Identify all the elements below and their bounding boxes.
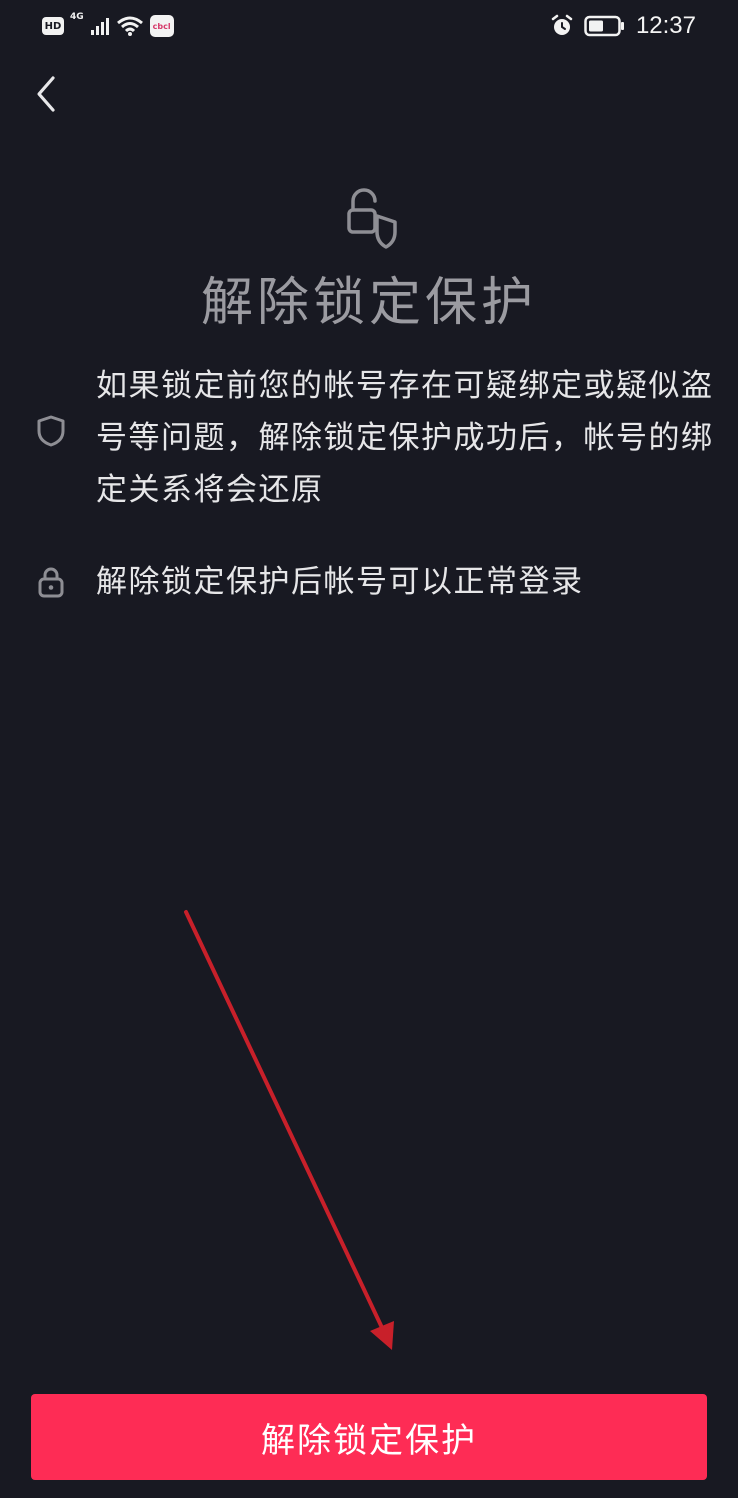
signal-icon xyxy=(90,18,109,35)
chevron-left-icon xyxy=(37,76,55,112)
status-left: HD 4G cbcl xyxy=(42,12,174,40)
status-bar: HD 4G cbcl 12:37 xyxy=(0,0,738,54)
info-text: 解除锁定保护后帐号可以正常登录 xyxy=(96,564,584,600)
lock-shield-icon xyxy=(347,188,397,249)
info-item-normal-login: 解除锁定保护后帐号可以正常登录 xyxy=(0,556,738,608)
alarm-icon xyxy=(551,14,573,35)
info-text: 如果锁定前您的帐号存在可疑绑定或疑似盗号等问题，解除锁定保护成功后，帐号的绑定关… xyxy=(96,368,714,508)
page-title: 解除锁定保护 xyxy=(200,273,537,333)
lock-icon xyxy=(34,565,68,599)
status-time: 12:37 xyxy=(635,12,696,39)
shield-icon xyxy=(34,414,68,448)
wifi-icon xyxy=(116,16,143,36)
back-button[interactable] xyxy=(26,72,66,116)
battery-icon xyxy=(584,15,624,37)
status-right: 12:37 xyxy=(550,12,696,40)
hd-badge: HD xyxy=(42,17,64,35)
info-item-account-restore: 如果锁定前您的帐号存在可疑绑定或疑似盗号等问题，解除锁定保护成功后，帐号的绑定关… xyxy=(0,360,738,520)
unlock-protection-button[interactable]: 解除锁定保护 xyxy=(31,1394,707,1480)
app-badge: cbcl xyxy=(149,15,174,37)
network-type-label: 4G xyxy=(70,12,84,22)
